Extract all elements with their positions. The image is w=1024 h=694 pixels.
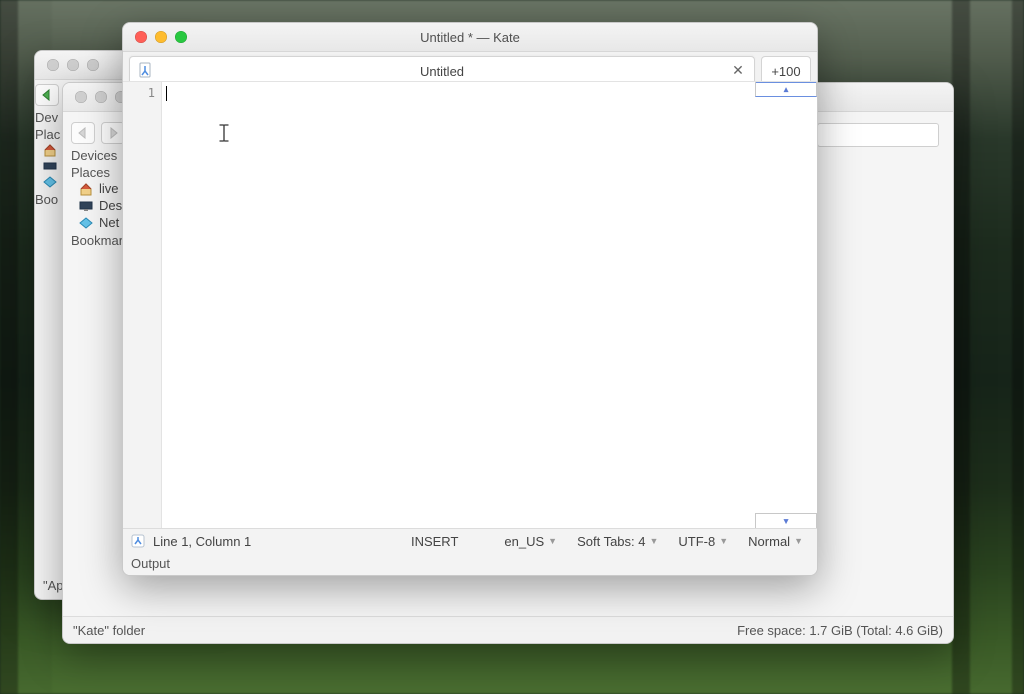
home-icon <box>79 182 93 196</box>
network-icon <box>43 175 57 189</box>
chevron-down-icon: ▾ <box>782 514 790 529</box>
text-caret <box>166 86 167 101</box>
indent-label: Soft Tabs: 4 <box>577 534 645 549</box>
mode-label: Normal <box>748 534 790 549</box>
nav-back-button[interactable] <box>35 84 59 106</box>
sidebar-item-label: Net <box>99 215 119 230</box>
window-title: Untitled * — Kate <box>123 30 817 45</box>
insert-mode-indicator[interactable]: INSERT <box>411 534 458 549</box>
drive-icon <box>43 159 57 173</box>
chevron-down-icon: ▼ <box>794 536 803 546</box>
window-close-icon[interactable] <box>135 31 147 43</box>
scroll-up-button[interactable]: ▴ <box>755 82 817 97</box>
chevron-down-icon: ▼ <box>649 536 658 546</box>
encoding-selector[interactable]: UTF-8 ▼ <box>672 534 734 549</box>
desktop-icon <box>79 199 93 213</box>
locale-selector[interactable]: en_US ▼ <box>498 534 563 549</box>
window-minimize-icon[interactable] <box>155 31 167 43</box>
chevron-down-icon: ▼ <box>719 536 728 546</box>
location-input[interactable] <box>817 123 939 147</box>
window-close-icon[interactable] <box>47 59 59 71</box>
mode-selector[interactable]: Normal ▼ <box>742 534 809 549</box>
locale-label: en_US <box>504 534 544 549</box>
sidebar-item-label: live <box>99 181 119 196</box>
chevron-up-icon: ▴ <box>782 82 790 97</box>
kate-editor-window: Untitled * — Kate Untitled ✕ +100 1 ▴ <box>122 22 818 576</box>
tab-overflow-label: +100 <box>771 64 800 79</box>
line-number: 1 <box>123 86 155 100</box>
window-zoom-icon[interactable] <box>175 31 187 43</box>
window-close-icon[interactable] <box>75 91 87 103</box>
network-icon <box>79 216 93 230</box>
status-left: "Ap <box>43 578 64 593</box>
line-number-gutter: 1 <box>123 82 162 529</box>
titlebar[interactable]: Untitled * — Kate <box>123 23 817 52</box>
window-zoom-icon[interactable] <box>87 59 99 71</box>
editor-area: 1 ▴ ▾ <box>123 81 817 529</box>
statusbar: Line 1, Column 1 INSERT en_US ▼ Soft Tab… <box>123 528 817 575</box>
modified-indicator-icon <box>131 534 145 548</box>
sidebar-item-label: Des <box>99 198 122 213</box>
indent-selector[interactable]: Soft Tabs: 4 ▼ <box>571 534 664 549</box>
status-left: "Kate" folder <box>73 623 145 638</box>
home-icon <box>43 143 57 157</box>
output-panel-toggle[interactable]: Output <box>131 556 170 571</box>
code-editor[interactable]: ▴ ▾ <box>162 82 817 529</box>
cursor-position[interactable]: Line 1, Column 1 <box>153 534 251 549</box>
tab-title: Untitled <box>160 64 724 79</box>
window-minimize-icon[interactable] <box>67 59 79 71</box>
chevron-down-icon: ▼ <box>548 536 557 546</box>
tab-close-button[interactable]: ✕ <box>730 62 746 78</box>
scroll-down-button[interactable]: ▾ <box>755 513 817 529</box>
encoding-label: UTF-8 <box>678 534 715 549</box>
document-icon <box>138 62 152 78</box>
statusbar: "Kate" folder Free space: 1.7 GiB (Total… <box>63 616 953 643</box>
ibeam-cursor-icon <box>218 124 230 142</box>
window-minimize-icon[interactable] <box>95 91 107 103</box>
status-right: Free space: 1.7 GiB (Total: 4.6 GiB) <box>737 623 943 638</box>
nav-back-button[interactable] <box>71 122 95 144</box>
